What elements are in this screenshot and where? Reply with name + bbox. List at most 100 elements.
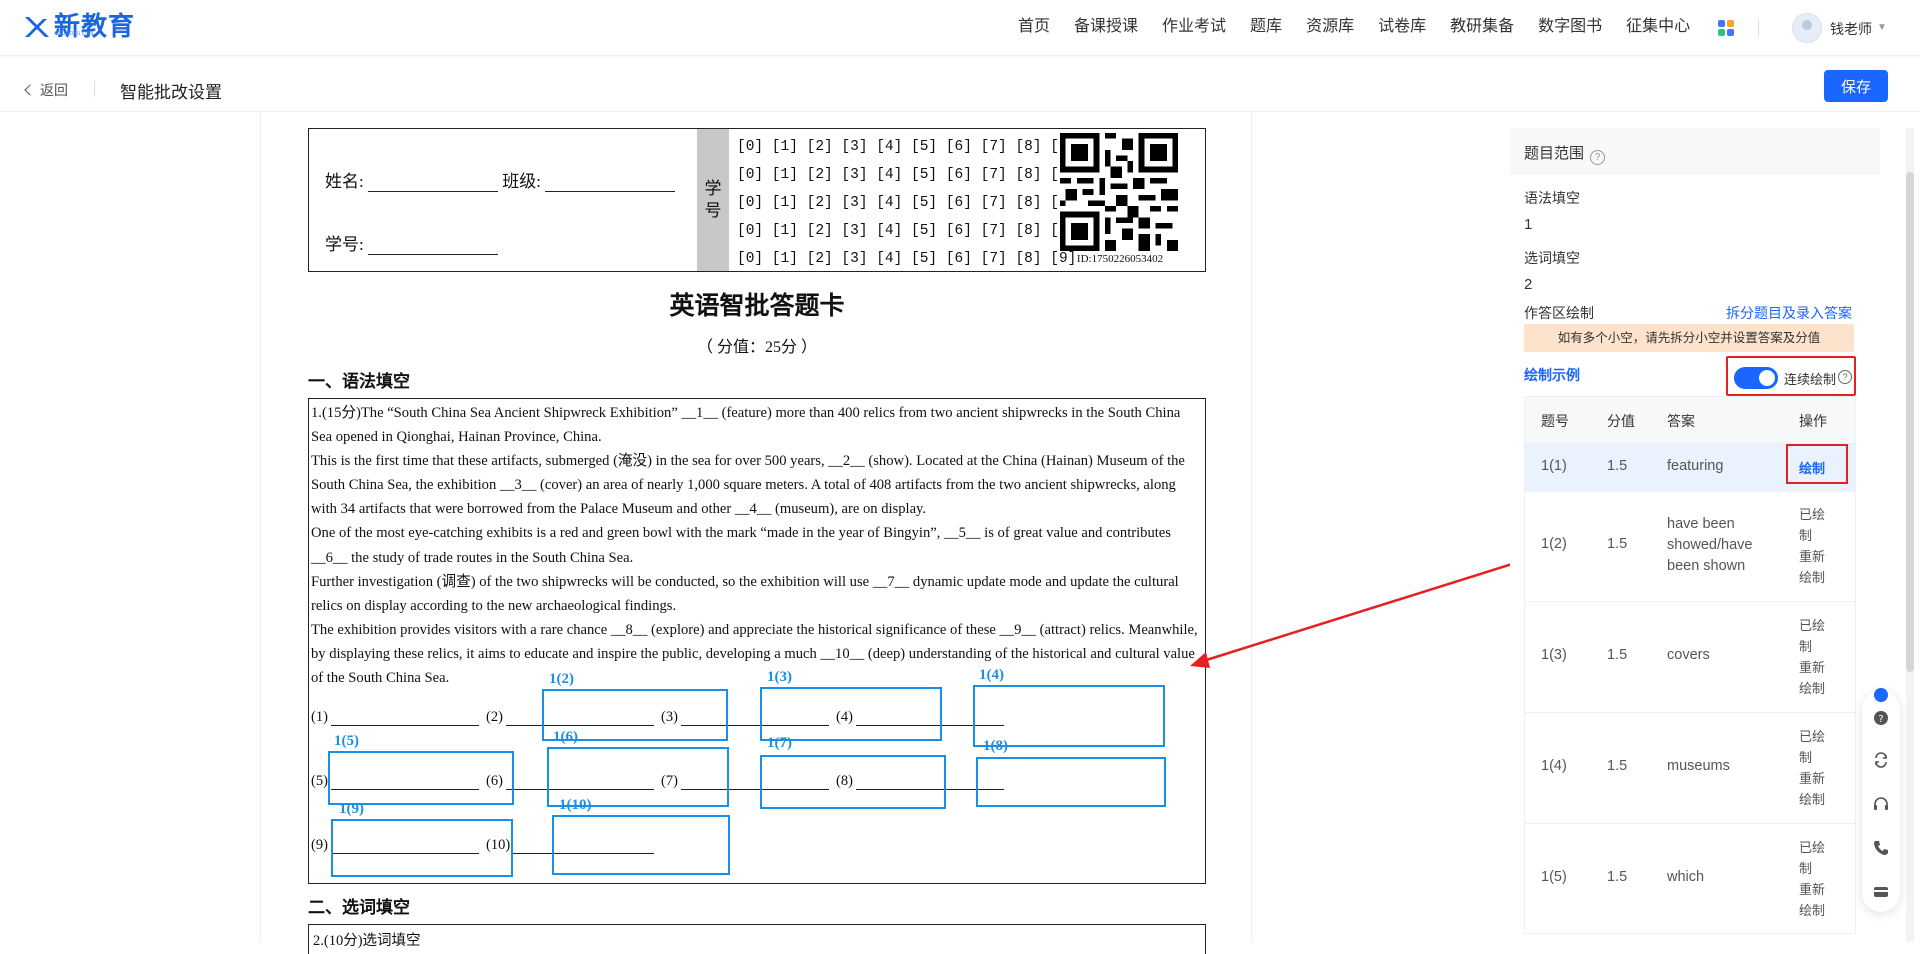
logo-icon [25, 17, 49, 37]
digit-row: [0] [1] [2] [3] [4] [5] [6] [7] [8] [9] [737, 251, 1077, 267]
region-label: 1(3) [767, 669, 792, 685]
refresh-icon[interactable] [1873, 752, 1889, 768]
floating-toolbar: ? [1862, 690, 1900, 912]
digit-bubbles: [0] [1] [2] [3] [4] [5] [6] [7] [8] [9] … [737, 133, 1077, 273]
panel-scrollbar-thumb[interactable] [1906, 172, 1914, 672]
table-row[interactable]: 1(3) 1.5 covers 已绘制 重新绘制 [1525, 601, 1855, 712]
digit-row: [0] [1] [2] [3] [4] [5] [6] [7] [8] [9] [737, 223, 1077, 239]
digit-row: [0] [1] [2] [3] [4] [5] [6] [7] [8] [9] [737, 139, 1077, 155]
panel-title: 题目范围? [1524, 142, 1606, 165]
column-header: 题号 [1541, 413, 1569, 429]
region-label: 1(2) [549, 671, 574, 687]
answer-label: (2) [486, 709, 503, 725]
answer-region-1-10[interactable] [552, 815, 730, 875]
notice-banner: 如有多个小空，请先拆分小空并设置答案及分值 [1524, 324, 1854, 352]
cell-score: 1.5 [1607, 458, 1628, 474]
redraw-link[interactable]: 重新绘制 [1799, 768, 1835, 810]
save-button[interactable]: 保存 [1824, 70, 1888, 102]
phone-icon[interactable] [1873, 840, 1889, 856]
name-line [367, 176, 498, 192]
qr-id: ID:1750226053402 [1076, 253, 1164, 265]
page-header [0, 56, 1920, 112]
back-button[interactable]: 返回 [24, 80, 68, 100]
panel-header: 题目范围? [1510, 128, 1880, 174]
user-name[interactable]: 钱老师 [1830, 19, 1872, 39]
avatar[interactable] [1792, 13, 1822, 43]
answer-region-1-5[interactable] [328, 751, 514, 805]
help-icon[interactable]: ? [1838, 370, 1852, 384]
region-label: 1(7) [767, 735, 792, 751]
student-id-line [367, 239, 498, 255]
card-icon[interactable] [1873, 884, 1889, 900]
nav-item-resource-library[interactable]: 资源库 [1306, 17, 1354, 37]
answer-region-1-3[interactable] [760, 687, 942, 741]
column-header: 操作 [1799, 413, 1827, 429]
continuous-draw-toggle[interactable] [1734, 367, 1778, 389]
split-questions-link[interactable]: 拆分题目及录入答案 [1726, 303, 1852, 323]
question-1-box[interactable]: 1.(15分)The “South China Sea Ancient Ship… [308, 398, 1206, 884]
column-header: 分值 [1607, 413, 1635, 429]
back-label: 返回 [40, 82, 68, 98]
table-row[interactable]: 1(2) 1.5 have been showed/have been show… [1525, 491, 1855, 601]
region-label: 1(9) [339, 801, 364, 817]
redraw-link[interactable]: 重新绘制 [1799, 546, 1835, 588]
xh-char-2: 号 [704, 201, 722, 220]
cell-number: 1(3) [1541, 647, 1567, 663]
nav-item-question-bank[interactable]: 题库 [1250, 17, 1282, 37]
nav-divider [1758, 19, 1759, 37]
nav-item-home[interactable]: 首页 [1018, 17, 1050, 37]
answer-region-1-9[interactable] [331, 819, 513, 877]
answer-label: (9) [311, 837, 328, 853]
student-id-label: 学号: [325, 235, 364, 254]
headset-icon[interactable] [1873, 796, 1889, 812]
student-info-box: 姓名: 班级: 学号: 学 号 [0] [1] [2] [3] [4] [5] … [308, 128, 1206, 272]
question-2-box[interactable]: 2.(10分)选词填空 [308, 924, 1206, 954]
table-row[interactable]: 1(5) 1.5 which 已绘制 重新绘制 [1525, 823, 1855, 933]
total-score: （ 分值：25分 ） [696, 339, 817, 356]
redraw-link[interactable]: 重新绘制 [1799, 879, 1835, 921]
nav-item-research[interactable]: 教研集备 [1450, 17, 1514, 37]
answer-region-1-7[interactable] [760, 755, 946, 809]
student-id-field: 学号: [325, 230, 498, 255]
draw-area-label: 作答区绘制 [1524, 305, 1594, 321]
nav-item-collection-center[interactable]: 征集中心 [1626, 17, 1690, 37]
name-field: 姓名: 班级: [325, 167, 676, 192]
cell-status: 已绘制 [1799, 840, 1826, 876]
svg-text:?: ? [1878, 714, 1883, 725]
help-icon[interactable]: ? [1873, 710, 1889, 726]
group-value-word-fill[interactable]: 2 [1524, 276, 1532, 293]
header-divider [94, 81, 95, 97]
chevron-down-icon[interactable]: ▼ [1877, 22, 1887, 33]
passage-text: 1.(15分)The “South China Sea Ancient Ship… [311, 401, 1203, 690]
passage-paragraph: This is the first time that these artifa… [311, 453, 1185, 518]
cell-answer: have been showed/have been shown [1667, 516, 1753, 574]
notification-badge [1874, 688, 1888, 702]
top-navbar: 新教育 XINJIAOYU.COM 首页 备课授课 作业考试 题库 资源库 试卷… [0, 0, 1920, 56]
nav-item-digital-books[interactable]: 数字图书 [1538, 17, 1602, 37]
class-label: 班级: [502, 172, 541, 191]
cell-number: 1(4) [1541, 758, 1567, 774]
table-header: 题号 分值 答案 操作 [1525, 397, 1855, 443]
draw-link-highlight [1786, 444, 1848, 484]
help-icon[interactable]: ? [1590, 150, 1606, 165]
apps-icon[interactable] [1718, 20, 1734, 36]
digit-row: [0] [1] [2] [3] [4] [5] [6] [7] [8] [9] [737, 195, 1077, 211]
cell-number: 1(1) [1541, 458, 1567, 474]
nav-item-lesson-prep[interactable]: 备课授课 [1074, 17, 1138, 37]
section-title-grammar: 一、语法填空 [308, 372, 410, 391]
region-label: 1(4) [979, 667, 1004, 683]
answer-region-1-8[interactable] [976, 757, 1166, 807]
drawing-example-link[interactable]: 绘制示例 [1524, 365, 1580, 385]
nav-item-homework-exam[interactable]: 作业考试 [1162, 17, 1226, 37]
group-value-grammar[interactable]: 1 [1524, 216, 1532, 233]
cell-score: 1.5 [1607, 758, 1628, 774]
group-label-grammar: 语法填空 [1524, 190, 1580, 206]
region-label: 1(6) [553, 729, 578, 745]
table-row[interactable]: 1(4) 1.5 museums 已绘制 重新绘制 [1525, 712, 1855, 823]
redraw-link[interactable]: 重新绘制 [1799, 657, 1835, 699]
cell-number: 1(2) [1541, 536, 1567, 552]
passage-paragraph: The exhibition provides visitors with a … [311, 621, 1198, 687]
student-number-column: 学 号 [697, 129, 729, 271]
cell-score: 1.5 [1607, 869, 1628, 885]
nav-item-paper-library[interactable]: 试卷库 [1378, 17, 1426, 37]
